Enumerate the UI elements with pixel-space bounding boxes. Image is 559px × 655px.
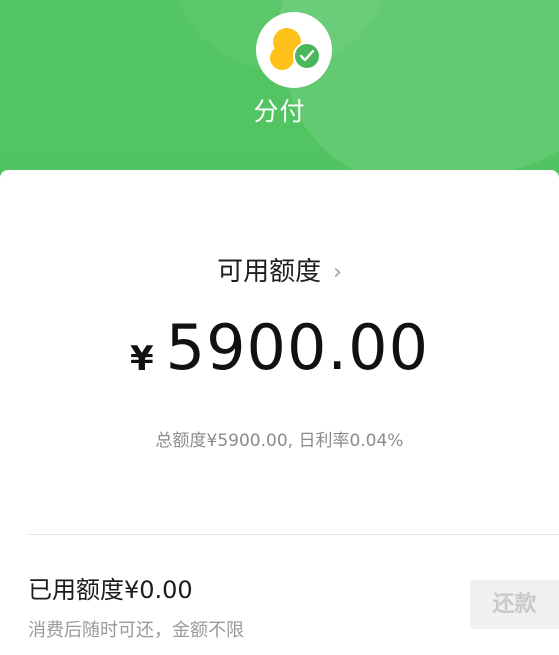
chevron-right-icon: › — [333, 260, 342, 285]
available-limit-label: 可用额度 — [217, 257, 322, 287]
currency-symbol: ¥ — [129, 339, 154, 379]
logo-yellow-circle-bottom — [270, 46, 294, 70]
used-limit-label: 已用额度¥0.00 — [28, 576, 193, 604]
used-limit-description: 消费后随时可还，金额不限 — [28, 620, 244, 641]
page: 分付 可用额度 › ¥5900.00 总额度¥5900.00, 日利率0.04% … — [0, 0, 559, 655]
repay-button[interactable]: 还款 — [470, 580, 559, 629]
page-title: 分付 — [253, 97, 306, 126]
credit-summary: 总额度¥5900.00, 日利率0.04% — [155, 431, 404, 451]
check-mark-icon — [300, 50, 314, 62]
available-amount: ¥5900.00 — [0, 315, 559, 381]
available-amount-value: 5900.00 — [165, 311, 430, 384]
divider — [28, 534, 559, 535]
app-logo — [256, 12, 332, 88]
check-icon — [293, 42, 321, 70]
available-limit-link[interactable]: 可用额度 › — [0, 255, 559, 291]
credit-card-panel: 可用额度 › ¥5900.00 总额度¥5900.00, 日利率0.04% 已用额… — [0, 170, 559, 655]
